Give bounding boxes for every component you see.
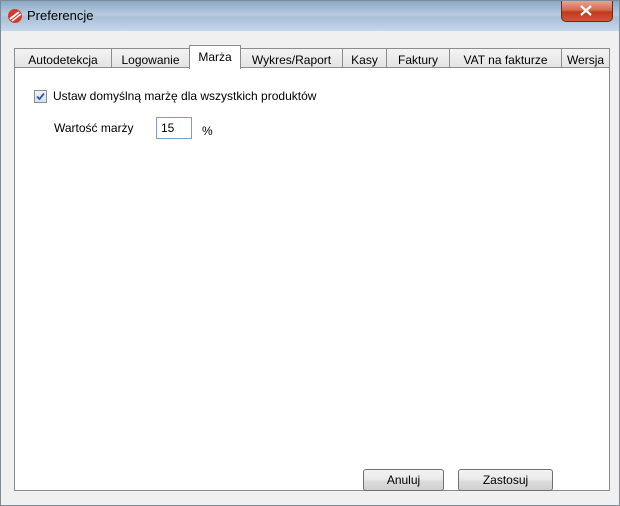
- margin-value-input[interactable]: [156, 117, 192, 139]
- checkmark-icon: [36, 92, 45, 101]
- tab-wersja[interactable]: Wersja: [561, 48, 610, 68]
- app-logo-icon: [7, 8, 23, 24]
- apply-button[interactable]: Zastosuj: [458, 469, 553, 491]
- tab-marza[interactable]: Marża: [189, 45, 241, 69]
- tab-faktury[interactable]: Faktury: [386, 48, 450, 68]
- close-icon: [580, 5, 592, 16]
- margin-value-label: Wartość marży: [54, 121, 134, 135]
- percent-unit-label: %: [202, 124, 213, 138]
- tab-vat-na-fakturze[interactable]: VAT na fakturze: [449, 48, 562, 68]
- default-margin-checkbox-label[interactable]: Ustaw domyślną marżę dla wszystkich prod…: [53, 89, 316, 103]
- tab-kasy[interactable]: Kasy: [342, 48, 387, 68]
- dialog-body: Autodetekcja Logowanie Marża Wykres/Rapo…: [8, 31, 612, 501]
- tab-wykres-raport[interactable]: Wykres/Raport: [240, 48, 343, 68]
- close-button[interactable]: [561, 1, 613, 22]
- preferences-window: Preferencje Autodetekcja Logowanie Marża…: [0, 0, 620, 506]
- default-margin-checkbox[interactable]: [34, 90, 47, 103]
- title-bar[interactable]: Preferencje: [1, 1, 619, 31]
- tab-logowanie[interactable]: Logowanie: [111, 48, 190, 68]
- cancel-button[interactable]: Anuluj: [363, 469, 444, 491]
- window-title: Preferencje: [27, 8, 94, 23]
- tab-autodetekcja[interactable]: Autodetekcja: [14, 48, 112, 68]
